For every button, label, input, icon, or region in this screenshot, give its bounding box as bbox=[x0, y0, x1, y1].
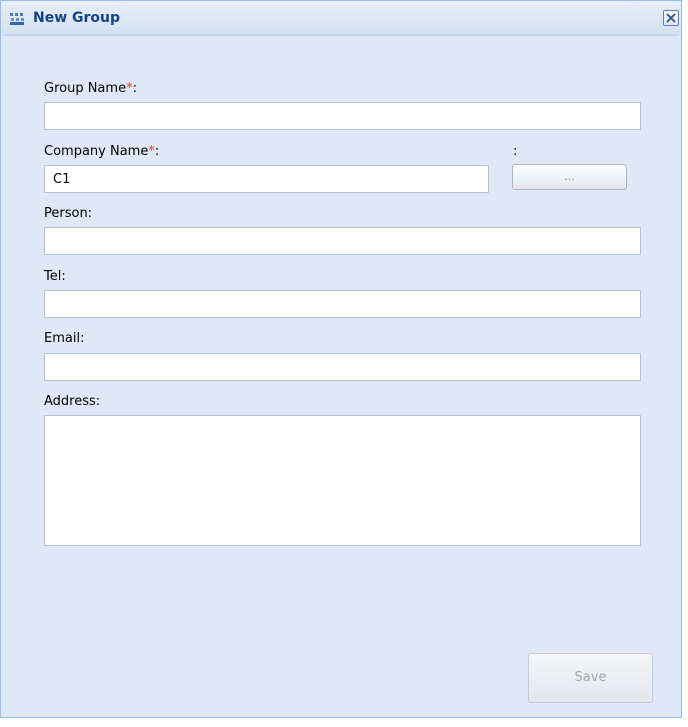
tel-input[interactable] bbox=[44, 290, 641, 318]
group-name-label: Group Name*: bbox=[44, 81, 137, 96]
lookup-colon: : bbox=[513, 144, 518, 159]
email-label: Email: bbox=[44, 331, 85, 346]
company-name-label: Company Name*: bbox=[44, 144, 160, 159]
window-titlebar[interactable]: New Group bbox=[1, 1, 681, 35]
person-label: Person: bbox=[44, 206, 93, 221]
new-group-window: New Group Group Name*: Company Name*: : … bbox=[0, 0, 682, 718]
email-input[interactable] bbox=[44, 353, 641, 381]
address-label: Address: bbox=[44, 394, 101, 409]
company-name-input[interactable] bbox=[44, 165, 489, 193]
company-lookup-button[interactable]: ... bbox=[512, 164, 627, 190]
close-icon bbox=[666, 13, 676, 23]
group-icon bbox=[10, 11, 26, 25]
save-button[interactable]: Save bbox=[528, 653, 653, 703]
close-button[interactable] bbox=[663, 10, 679, 26]
person-input[interactable] bbox=[44, 227, 641, 255]
group-name-input[interactable] bbox=[44, 102, 641, 130]
window-title: New Group bbox=[33, 10, 121, 26]
address-textarea[interactable] bbox=[44, 415, 641, 546]
tel-label: Tel: bbox=[44, 269, 66, 284]
